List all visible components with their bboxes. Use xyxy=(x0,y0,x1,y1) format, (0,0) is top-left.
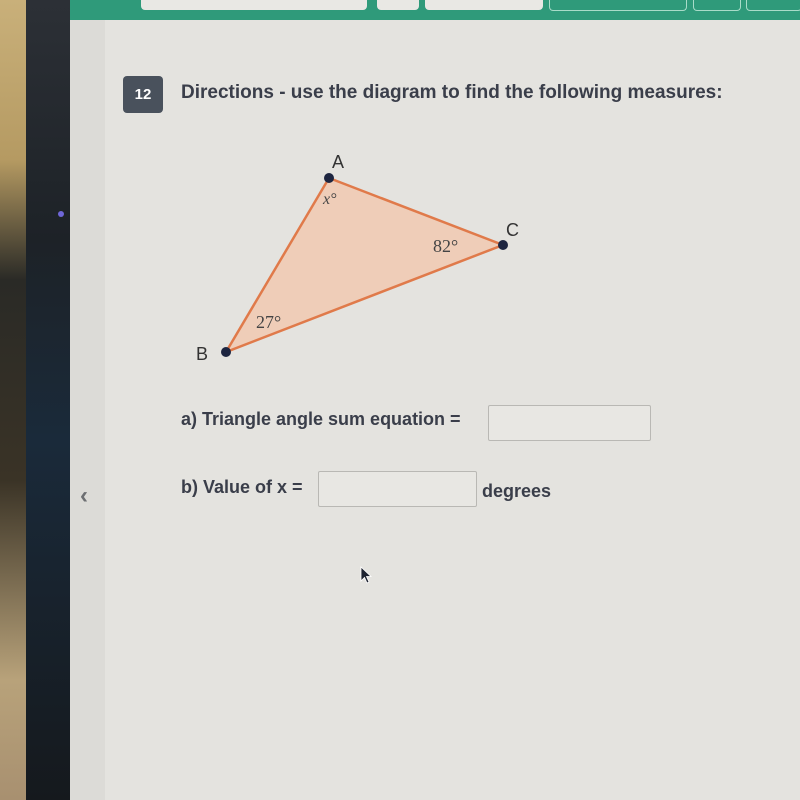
top-toolbar xyxy=(70,0,800,20)
screen: ‹ 12 Directions - use the diagram to fin… xyxy=(70,0,800,800)
question-number-badge: 12 xyxy=(123,76,163,113)
part-a-label: a) Triangle angle sum equation = xyxy=(181,409,461,429)
triangle-diagram: A C B x° 82° 27° xyxy=(196,152,519,364)
angle-sum-equation-input[interactable] xyxy=(488,405,651,441)
mouse-pointer-icon xyxy=(360,566,373,584)
vertex-b-point xyxy=(221,347,231,357)
vertex-c-label: C xyxy=(506,220,519,240)
toolbar-button-2[interactable] xyxy=(377,0,419,10)
background-desk xyxy=(0,0,26,800)
angle-c-label: 82° xyxy=(433,236,458,256)
toolbar-button-4[interactable] xyxy=(549,0,687,11)
monitor-bezel xyxy=(26,0,70,800)
vertex-a-point xyxy=(324,173,334,183)
toolbar-button-3[interactable] xyxy=(425,0,543,10)
previous-question-icon[interactable]: ‹ xyxy=(80,482,88,510)
toolbar-button-5[interactable] xyxy=(693,0,741,11)
question-directions: Directions - use the diagram to find the… xyxy=(181,82,723,103)
left-nav-panel: ‹ xyxy=(70,20,105,800)
angle-a-label: x° xyxy=(322,191,337,208)
vertex-b-point-c xyxy=(498,240,508,250)
vertex-a-label: A xyxy=(332,152,344,172)
value-of-x-input[interactable] xyxy=(318,471,477,507)
toolbar-button-1[interactable] xyxy=(141,0,367,10)
toolbar-button-6[interactable] xyxy=(746,0,800,11)
angle-b-label: 27° xyxy=(256,312,281,332)
vertex-b-label: B xyxy=(196,344,208,364)
part-b-label: b) Value of x = xyxy=(181,477,303,497)
power-led xyxy=(58,211,64,217)
degrees-suffix: degrees xyxy=(482,481,552,501)
